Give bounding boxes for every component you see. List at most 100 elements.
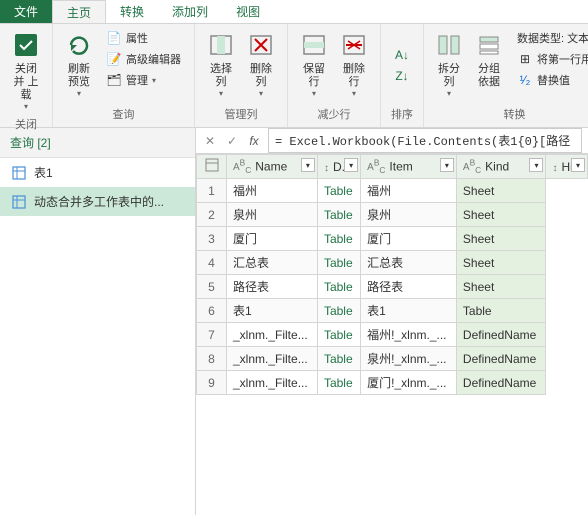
column-filter-button[interactable]: ▾ (529, 158, 543, 172)
cell-kind[interactable]: Table (456, 299, 546, 323)
ribbon: 关闭并 上载 ▾ 关闭 刷新 预览 ▾ 📄属性 📝高级编辑器 🗂管理▾ 查询 (0, 24, 588, 128)
cell-name[interactable]: 厦门 (227, 227, 318, 251)
formula-bar: ✕ ✓ fx = Excel.Workbook(File.Contents(表1… (196, 128, 588, 154)
dropdown-arrow-icon: ▾ (312, 89, 316, 98)
cell-item[interactable]: 泉州 (361, 203, 457, 227)
sort-asc-button[interactable]: A↓ (391, 45, 413, 65)
fx-icon[interactable]: fx (246, 133, 262, 149)
table-row[interactable]: 6表1Table表1Table (197, 299, 588, 323)
sort-desc-button[interactable]: Z↓ (391, 66, 413, 86)
table-row[interactable]: 5路径表Table路径表Sheet (197, 275, 588, 299)
cell-name[interactable]: 表1 (227, 299, 318, 323)
dropdown-arrow-icon: ▾ (447, 89, 451, 98)
row-number: 1 (197, 179, 227, 203)
select-columns-button[interactable]: 选择 列 ▾ (201, 26, 241, 104)
row-index-header[interactable] (197, 155, 227, 179)
cell-item[interactable]: 表1 (361, 299, 457, 323)
table-row[interactable]: 9_xlnm._Filte...Table厦门!_xlnm._...Define… (197, 371, 588, 395)
cell-data[interactable]: Table (317, 371, 360, 395)
cell-item[interactable]: 汇总表 (361, 251, 457, 275)
column-header[interactable]: ABCKind▾ (456, 155, 546, 179)
group-by-button[interactable]: 分组 依据 (468, 26, 510, 104)
cell-data[interactable]: Table (317, 203, 360, 227)
column-filter-button[interactable]: ▾ (571, 158, 585, 172)
cell-kind[interactable]: DefinedName (456, 371, 546, 395)
column-name: Item (389, 159, 412, 173)
dropdown-arrow-icon: ▾ (152, 76, 156, 85)
formula-input[interactable]: = Excel.Workbook(File.Contents(表1{0}[路径 (268, 128, 582, 153)
cell-name[interactable]: _xlnm._Filte... (227, 371, 318, 395)
close-and-load-button[interactable]: 关闭并 上载 ▾ (6, 26, 46, 114)
data-type-button[interactable]: 数据类型: 文本 (514, 28, 588, 48)
cell-name[interactable]: 福州 (227, 179, 318, 203)
tab-addcolumn[interactable]: 添加列 (158, 0, 222, 23)
cell-kind[interactable]: Sheet (456, 227, 546, 251)
cancel-icon[interactable]: ✕ (202, 133, 218, 149)
first-row-header-button[interactable]: ⊞将第一行用 (514, 49, 588, 69)
cell-item[interactable]: 厦门!_xlnm._... (361, 371, 457, 395)
cell-item[interactable]: 福州 (361, 179, 457, 203)
query-item[interactable]: 表1 (0, 158, 195, 187)
column-header[interactable]: ↕D...▾ (317, 155, 360, 179)
cell-data[interactable]: Table (317, 179, 360, 203)
cell-item[interactable]: 路径表 (361, 275, 457, 299)
table-row[interactable]: 3厦门Table厦门Sheet (197, 227, 588, 251)
cell-data[interactable]: Table (317, 275, 360, 299)
cell-kind[interactable]: Sheet (456, 203, 546, 227)
cell-data[interactable]: Table (317, 347, 360, 371)
cell-item[interactable]: 泉州!_xlnm._... (361, 347, 457, 371)
column-filter-button[interactable]: ▾ (301, 158, 315, 172)
cell-name[interactable]: 泉州 (227, 203, 318, 227)
cell-data[interactable]: Table (317, 251, 360, 275)
tab-transform[interactable]: 转换 (106, 0, 158, 23)
row-number: 7 (197, 323, 227, 347)
query-item[interactable]: 动态合并多工作表中的... (0, 187, 195, 216)
properties-icon: 📄 (106, 30, 122, 46)
cell-kind[interactable]: DefinedName (456, 347, 546, 371)
remove-columns-button[interactable]: 删除 列 ▾ (241, 26, 281, 104)
column-filter-button[interactable]: ▾ (440, 158, 454, 172)
cell-data[interactable]: Table (317, 227, 360, 251)
split-column-button[interactable]: 拆分 列 ▾ (430, 26, 468, 104)
sort-asc-icon: A↓ (394, 47, 410, 63)
sort-desc-icon: Z↓ (394, 68, 410, 84)
column-filter-button[interactable]: ▾ (344, 158, 358, 172)
cell-item[interactable]: 福州!_xlnm._... (361, 323, 457, 347)
dropdown-arrow-icon: ▾ (259, 89, 263, 98)
properties-button[interactable]: 📄属性 (103, 28, 184, 48)
table-row[interactable]: 8_xlnm._Filte...Table泉州!_xlnm._...Define… (197, 347, 588, 371)
advanced-editor-button[interactable]: 📝高级编辑器 (103, 49, 184, 69)
cell-data[interactable]: Table (317, 299, 360, 323)
dropdown-arrow-icon: ▾ (219, 89, 223, 98)
manage-button[interactable]: 🗂管理▾ (103, 70, 184, 90)
table-row[interactable]: 4汇总表Table汇总表Sheet (197, 251, 588, 275)
tab-file[interactable]: 文件 (0, 0, 52, 23)
cell-kind[interactable]: DefinedName (456, 323, 546, 347)
keep-rows-button[interactable]: 保留 行 ▾ (294, 26, 334, 104)
refresh-preview-button[interactable]: 刷新 预览 ▾ (59, 26, 99, 104)
cell-data[interactable]: Table (317, 323, 360, 347)
remove-rows-button[interactable]: 删除 行 ▾ (334, 26, 374, 104)
group-close: 关闭并 上载 ▾ 关闭 (0, 24, 53, 127)
cell-kind[interactable]: Sheet (456, 179, 546, 203)
table-row[interactable]: 2泉州Table泉州Sheet (197, 203, 588, 227)
cell-kind[interactable]: Sheet (456, 251, 546, 275)
row-number: 9 (197, 371, 227, 395)
cell-name[interactable]: _xlnm._Filte... (227, 347, 318, 371)
cell-name[interactable]: _xlnm._Filte... (227, 323, 318, 347)
column-header[interactable]: ABCItem▾ (361, 155, 457, 179)
cell-item[interactable]: 厦门 (361, 227, 457, 251)
replace-values-button[interactable]: ¹⁄₂替换值 (514, 70, 588, 90)
cell-kind[interactable]: Sheet (456, 275, 546, 299)
cell-name[interactable]: 汇总表 (227, 251, 318, 275)
confirm-icon[interactable]: ✓ (224, 133, 240, 149)
table-icon (12, 166, 26, 180)
column-header[interactable]: ABCName▾ (227, 155, 318, 179)
data-grid[interactable]: ABCName▾↕D...▾ABCItem▾ABCKind▾↕Hid▾ 1福州T… (196, 154, 588, 515)
tab-home[interactable]: 主页 (52, 0, 106, 23)
table-row[interactable]: 7_xlnm._Filte...Table福州!_xlnm._...Define… (197, 323, 588, 347)
column-header[interactable]: ↕Hid▾ (546, 155, 588, 179)
cell-name[interactable]: 路径表 (227, 275, 318, 299)
tab-view[interactable]: 视图 (222, 0, 274, 23)
table-row[interactable]: 1福州Table福州Sheet (197, 179, 588, 203)
